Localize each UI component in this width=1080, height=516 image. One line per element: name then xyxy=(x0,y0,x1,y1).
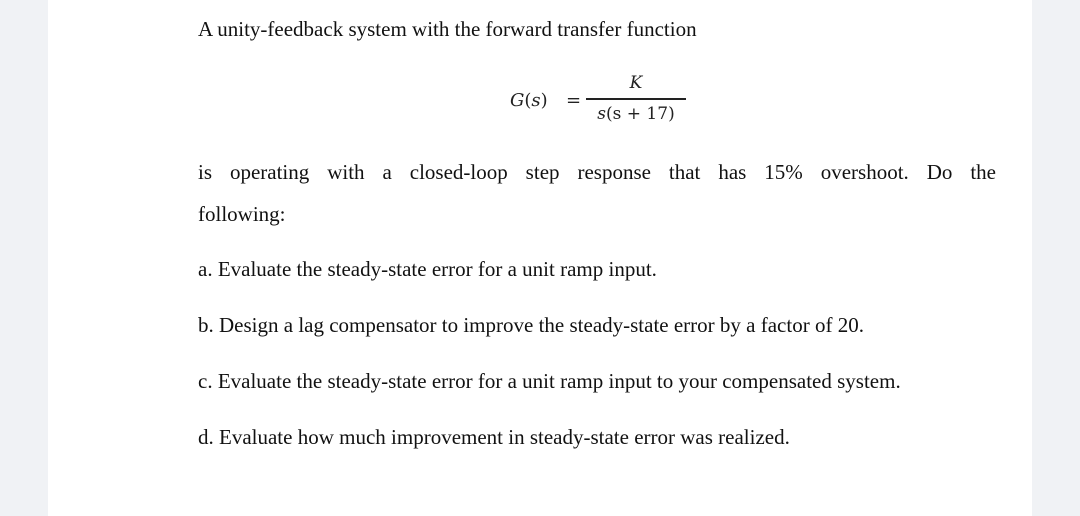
denominator-inner: s + 17 xyxy=(612,103,669,124)
document-page: A unity-feedback system with the forward… xyxy=(48,0,1032,516)
item-text: Evaluate how much improvement in steady-… xyxy=(219,425,790,449)
intro-text: A unity-feedback system with the forward… xyxy=(198,17,697,41)
item-label: b. xyxy=(198,313,214,337)
fraction: K s(s + 17) xyxy=(586,70,686,126)
item-text: Design a lag compensator to improve the … xyxy=(219,313,864,337)
list-item-b: b. Design a lag compensator to improve t… xyxy=(198,313,864,338)
item-text: Evaluate the steady-state error for a un… xyxy=(217,369,901,393)
numerator: K xyxy=(629,73,643,93)
list-item-d: d. Evaluate how much improvement in stea… xyxy=(198,425,790,450)
equation-var: s xyxy=(531,90,541,111)
fraction-bar xyxy=(586,98,686,100)
item-text: Evaluate the steady-state error for a un… xyxy=(217,257,657,281)
description-line-2: following: xyxy=(198,202,286,226)
list-item-c: c. Evaluate the steady-state error for a… xyxy=(198,369,901,394)
denominator-var: s xyxy=(597,103,607,124)
item-label: a. xyxy=(198,257,213,281)
description-line-1: is operating with a closed-loop step res… xyxy=(198,160,996,184)
equals-sign: = xyxy=(566,90,582,111)
list-item-a: a. Evaluate the steady-state error for a… xyxy=(198,257,657,282)
equation-lhs: G(s) xyxy=(510,90,548,111)
item-label: c. xyxy=(198,369,213,393)
equation-func-name: G xyxy=(510,90,525,111)
item-label: d. xyxy=(198,425,214,449)
denominator: s(s + 17) xyxy=(597,103,675,124)
close-paren: ) xyxy=(540,90,548,111)
